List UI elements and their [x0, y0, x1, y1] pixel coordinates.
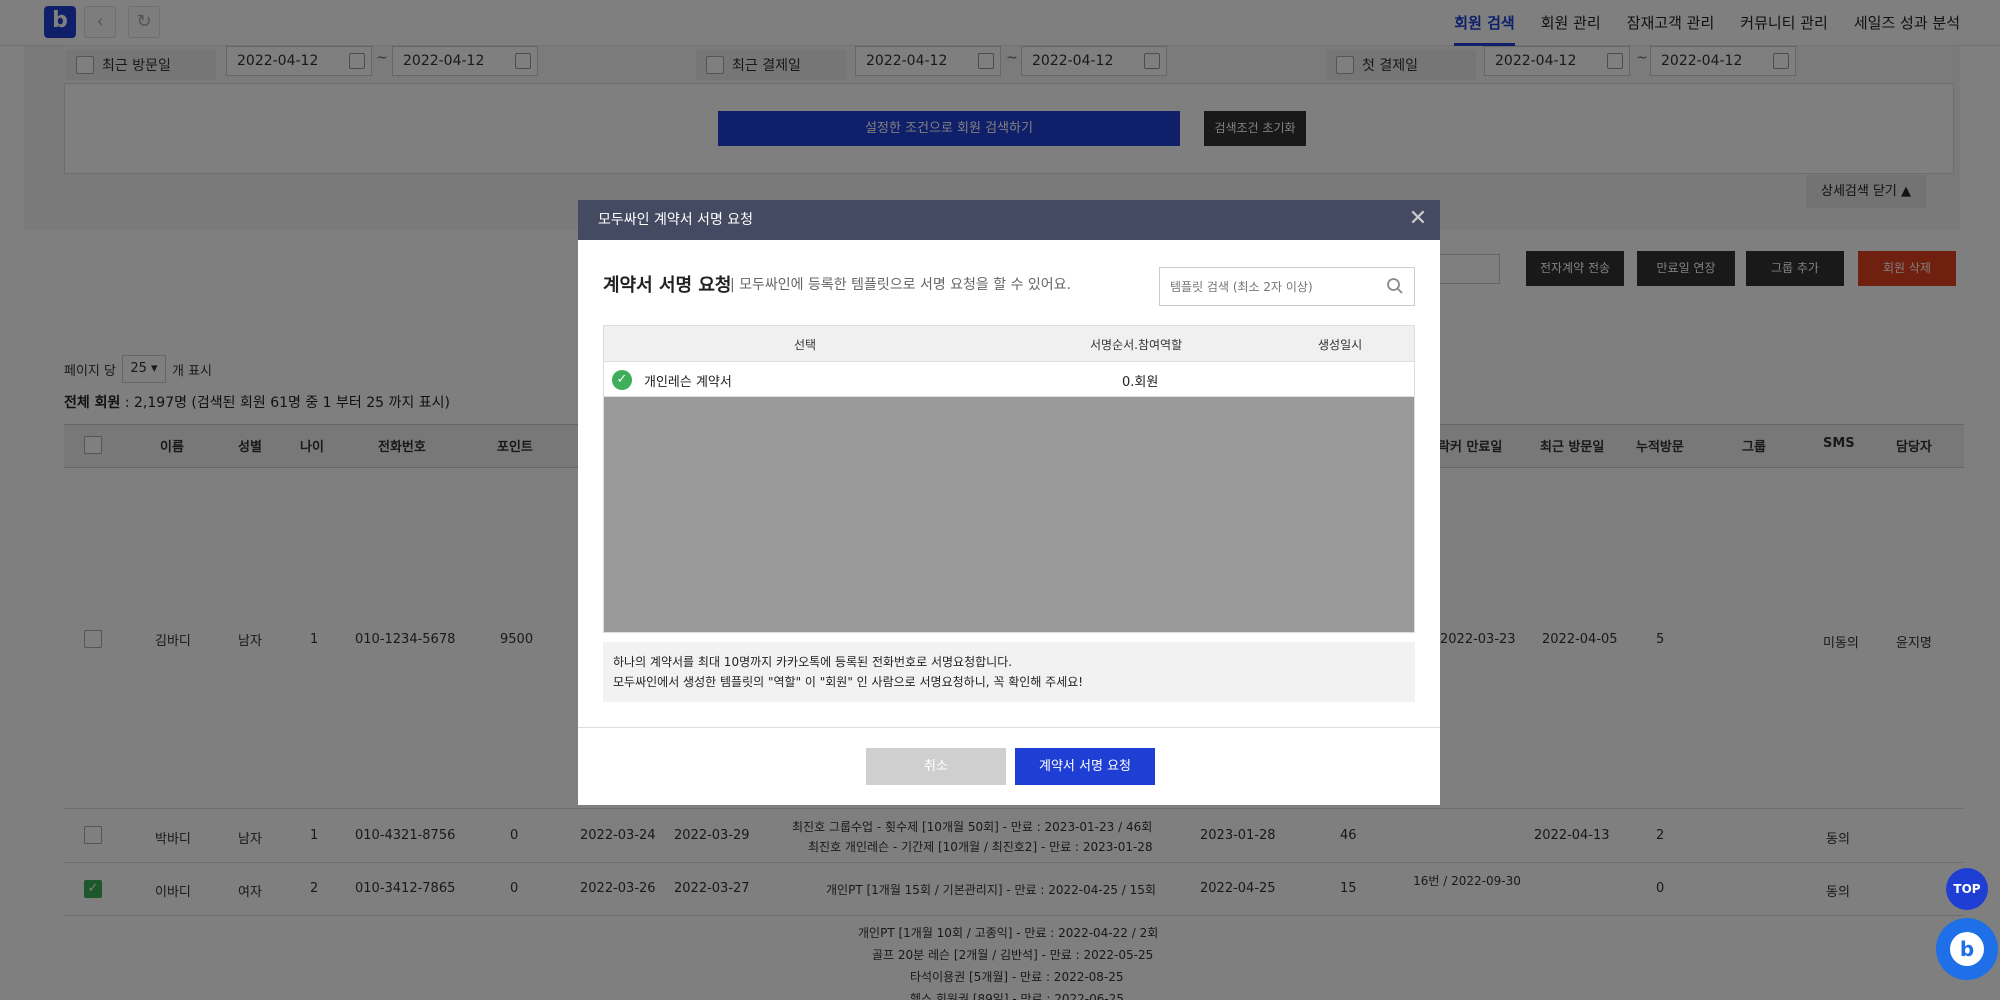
template-table: 선택 서명순서.참여역할 생성일시 ✓ 개인레슨 계약서 0.회원 [603, 325, 1415, 633]
sign-notice: 하나의 계약서를 최대 10명까지 카카오톡에 등록된 전화번호로 서명요청합니… [603, 642, 1415, 702]
chat-icon: b [1950, 932, 1984, 966]
search-icon[interactable] [1386, 277, 1404, 295]
modal-divider [578, 727, 1440, 728]
scroll-top-button[interactable]: TOP [1946, 868, 1988, 910]
chat-button[interactable]: b [1936, 918, 1998, 980]
template-table-header [604, 326, 1414, 362]
col-sign-order: 서명순서.참여역할 [1090, 338, 1183, 352]
col-select: 선택 [794, 338, 817, 352]
modal-title: 계약서 서명 요청 [603, 275, 732, 296]
template-name: 개인레슨 계약서 [644, 375, 732, 390]
col-created: 생성일시 [1318, 338, 1363, 352]
template-row[interactable]: ✓ 개인레슨 계약서 0.회원 [604, 362, 1414, 397]
cancel-button[interactable]: 취소 [866, 748, 1006, 785]
template-list-empty-area [604, 397, 1414, 632]
template-sign-order: 0.회원 [1122, 375, 1159, 390]
request-signature-button[interactable]: 계약서 서명 요청 [1015, 748, 1155, 785]
close-icon[interactable]: ✕ [1406, 208, 1430, 232]
template-search-input[interactable] [1159, 267, 1415, 306]
check-circle-icon[interactable]: ✓ [612, 370, 632, 390]
esign-request-modal: 모두싸인 계약서 서명 요청 ✕ 계약서 서명 요청 | 모두싸인에 등록한 템… [578, 200, 1440, 805]
modal-header: 모두싸인 계약서 서명 요청 [578, 200, 1440, 240]
modal-subtitle: | 모두싸인에 등록한 템플릿으로 서명 요청을 할 수 있어요. [730, 277, 1072, 293]
